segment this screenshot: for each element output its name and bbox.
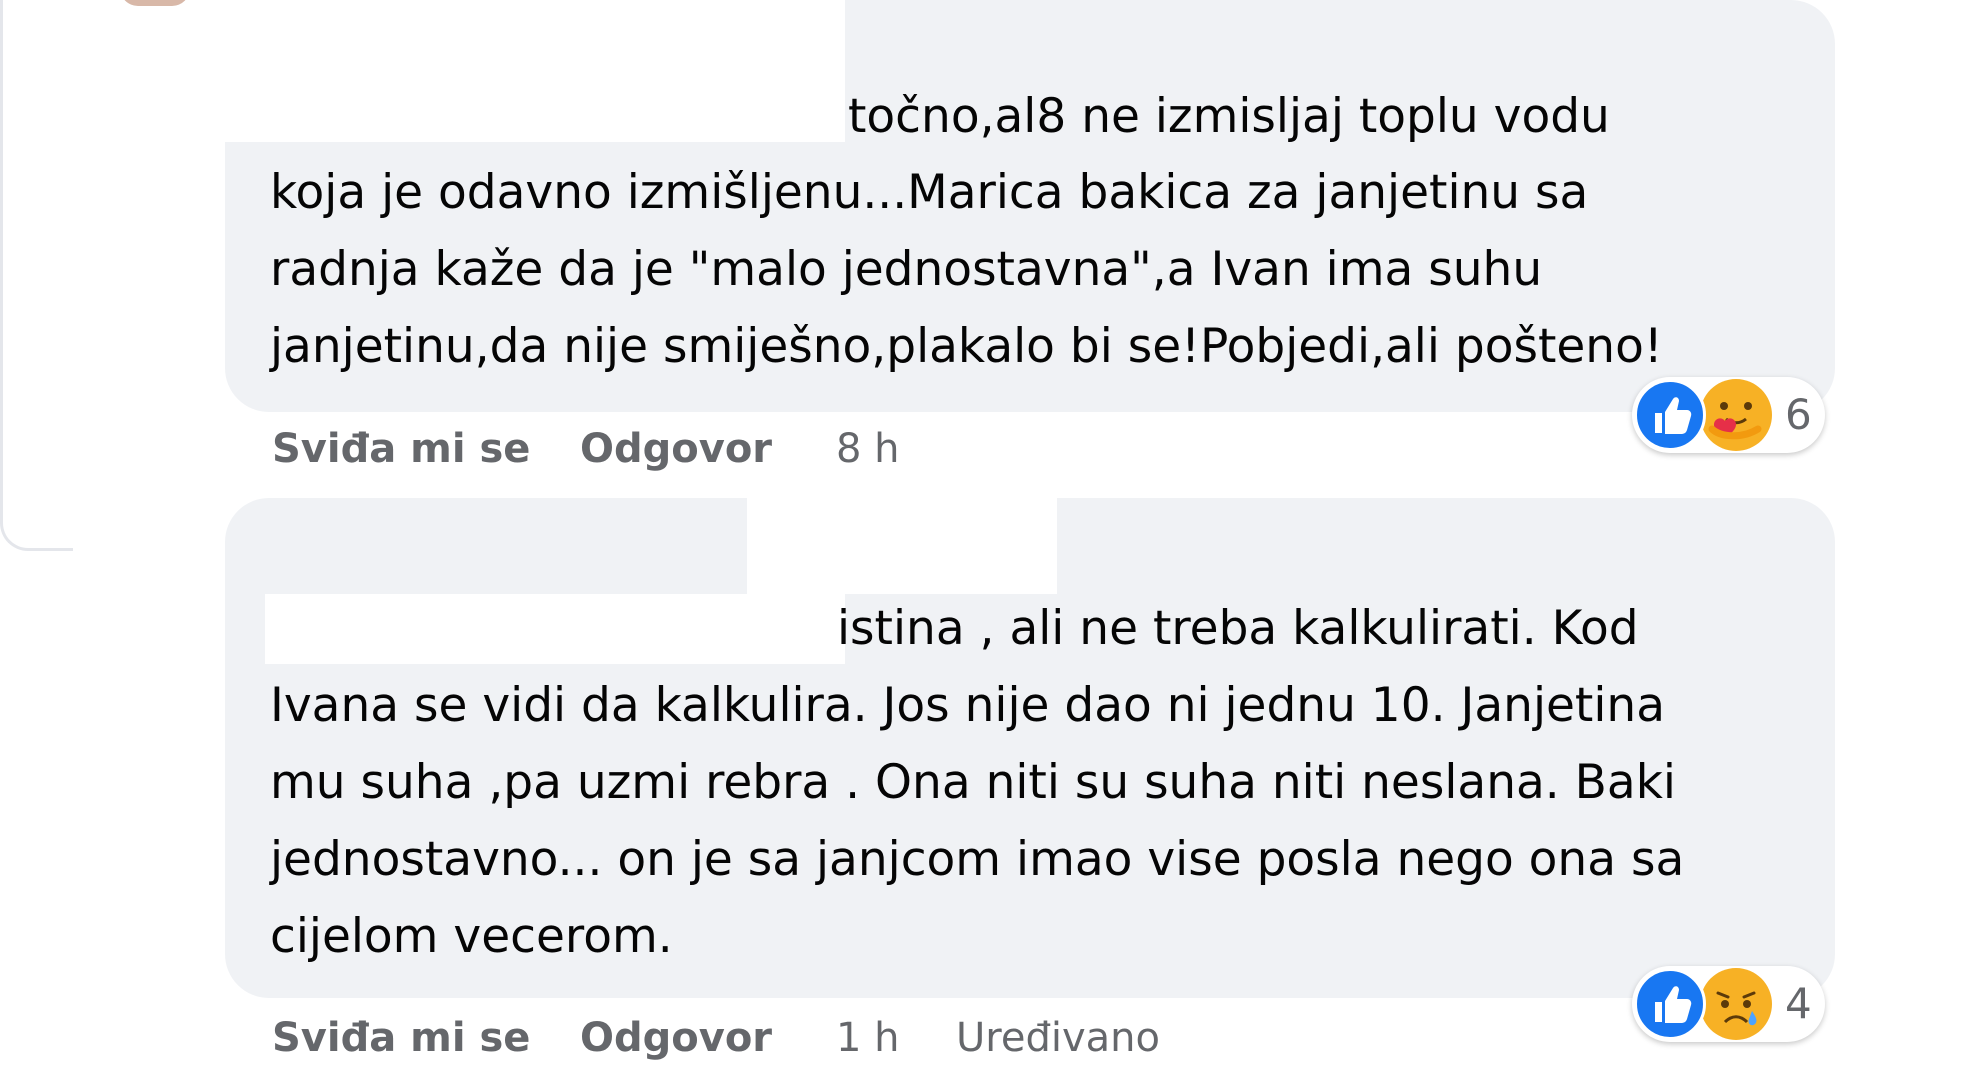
like-button[interactable]: Sviđa mi se [272, 421, 530, 477]
reaction-count: 6 [1785, 390, 1812, 439]
reaction-summary[interactable]: 4 [1632, 966, 1825, 1042]
comment-text-line: Ivana se vidi da kalkulira. Jos nije dao… [270, 678, 1665, 733]
comment-text-line: cijelom vecerom. [270, 909, 673, 964]
comment-text-line: janjetinu,da nije smiješno,plakalo bi se… [270, 319, 1663, 374]
reply-button[interactable]: Odgovor [580, 421, 772, 477]
comment-bubble-2: istina , ali ne treba kalkulirati. Kod I… [225, 498, 1835, 998]
thread-connector-line [0, 0, 73, 551]
comment-text-line: mu suha ,pa uzmi rebra . Ona niti su suh… [270, 755, 1676, 810]
comment-text-line: jednostavno... on je sa janjcom imao vis… [270, 832, 1685, 887]
redacted-author-name-part-1 [747, 498, 1057, 594]
redacted-author-name-part-2 [265, 594, 845, 664]
reaction-summary[interactable]: 6 [1632, 377, 1825, 453]
comment-bubble-1: točno,al8 ne izmisljaj toplu vodu koja j… [225, 0, 1835, 412]
comment-text-line: točno,al8 ne izmisljaj toplu vodu [848, 89, 1610, 144]
reply-button[interactable]: Odgovor [580, 1010, 772, 1066]
redacted-author-name [225, 0, 845, 142]
sad-icon [1700, 968, 1772, 1040]
care-icon [1700, 379, 1772, 451]
comment-text-line: koja je odavno izmišljenu...Marica bakic… [270, 165, 1589, 220]
comment-text-line: istina , ali ne treba kalkulirati. Kod [837, 601, 1639, 656]
timestamp-link[interactable]: 1 h [836, 1010, 900, 1066]
like-button[interactable]: Sviđa mi se [272, 1010, 530, 1066]
like-icon [1634, 968, 1706, 1040]
like-icon [1634, 379, 1706, 451]
edited-label[interactable]: Uređivano [956, 1010, 1160, 1066]
comments-thread: točno,al8 ne izmisljaj toplu vodu koja j… [0, 0, 1979, 1080]
timestamp-link[interactable]: 8 h [836, 421, 900, 477]
comment-text-line: radnja kaže da je "malo jednostavna",a I… [270, 242, 1543, 297]
avatar[interactable] [120, 0, 190, 6]
reaction-count: 4 [1785, 979, 1812, 1028]
